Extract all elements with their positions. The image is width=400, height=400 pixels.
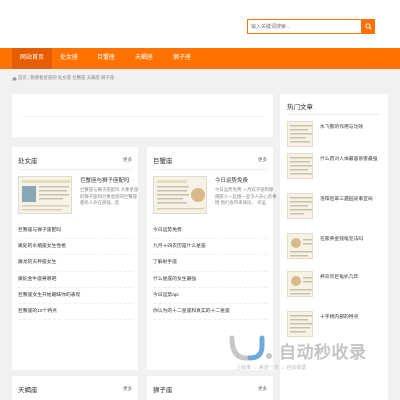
nav-item-leo[interactable]: 狮子座 (167, 48, 197, 69)
category-card-scorpio: 天蝎座 更多 (12, 376, 138, 400)
article-title[interactable]: 在家养金钱龟犯法吗 (320, 236, 382, 243)
article-list: 今日运势免费 九月十四农历是什么星座 了解射手座 什么星座的女生最强 今日运势a… (153, 223, 267, 321)
watermark-logo-icon (229, 335, 272, 361)
document-thumbnail-icon (288, 234, 312, 258)
search-button[interactable] (361, 19, 375, 34)
card-divider (153, 169, 267, 170)
document-thumbnail-icon (288, 154, 312, 178)
article-title[interactable]: 洛阳后翠三遇园皮事宜局 (320, 196, 382, 203)
nav-item-home[interactable]: 网站首页 (12, 48, 52, 69)
feature-title[interactable]: 今日运势免费 (215, 176, 248, 184)
more-link[interactable]: 更多 (258, 157, 267, 163)
nav-item-scorpio[interactable]: 天蝎座 (129, 48, 159, 69)
article-title[interactable]: 养双鸡巨龟扒几年 (320, 274, 382, 281)
list-item[interactable]: 巨蟹座的10个特点 (18, 304, 132, 321)
list-item[interactable]: 巨蟹座与狮子座配吗 (18, 223, 132, 240)
card-divider (18, 169, 132, 170)
more-link[interactable]: 更多 (258, 386, 267, 392)
document-thumbnail-icon (19, 177, 71, 213)
feature-title[interactable]: 巨蟹座与狮子座配吗 (80, 176, 130, 184)
breadcrumb-current[interactable]: 我要看星座吧 处女座 巨蟹座 天蝎座 狮子座 (30, 75, 114, 81)
banner-block (12, 94, 273, 137)
article-title[interactable]: 水飞蓟的作用与功效 (320, 124, 382, 131)
watermark-text: 自动秒收录 (279, 343, 367, 363)
search-box (247, 19, 375, 34)
article-title[interactable]: 十字绣内部的特点 (320, 314, 382, 321)
article-thumbnail[interactable] (287, 121, 313, 147)
home-icon (12, 76, 17, 80)
breadcrumb-separator: › (27, 75, 30, 81)
breadcrumb: 首页 › 我要看星座吧 处女座 巨蟹座 天蝎座 狮子座 (12, 73, 114, 83)
document-thumbnail-icon (288, 272, 312, 296)
list-item[interactable]: 你认为的十二星座和真实的十二星座 (153, 304, 267, 321)
banner-divider (22, 116, 262, 117)
list-item[interactable]: 今日运势免费 (153, 223, 267, 240)
header (0, 0, 400, 48)
list-item[interactable]: 巨蟹座女生开始暧昧你的表现 (18, 288, 132, 304)
document-thumbnail-icon (288, 122, 312, 146)
sidebar-title: 热门文章 (287, 104, 313, 111)
list-item[interactable]: 今日运势api (153, 288, 267, 304)
article-list: 巨蟹座与狮子座配吗 属处的水瓶座女生性格 属龙的天秤座女生 属蛇金牛座男哪吧 巨… (18, 223, 132, 321)
list-item[interactable]: 了解射手座 (153, 255, 267, 272)
watermark: 自动秒收录 上线率 → 来访一次 → 自动收录 (226, 334, 392, 386)
sidebar-divider (287, 114, 381, 115)
feature-description: 今日运势免费 一月双子座和摩羯座人一起她一些令人开心的事情 他们会带来快乐。 幸… (215, 187, 277, 205)
card-title: 天蝎座 (18, 387, 38, 394)
breadcrumb-home[interactable]: 首页 (18, 75, 27, 81)
list-item[interactable]: 什么星座的女生最强 (153, 272, 267, 288)
list-item[interactable]: 属处的水瓶座女生性格 (18, 239, 132, 256)
more-link[interactable]: 更多 (123, 386, 132, 392)
feature-description: 巨蟹座与狮子座配吗 大象星座的狮子座和巨象星座的巨蟹座 都给人外在很强...温 (80, 187, 139, 205)
list-item[interactable]: 九月十四农历是什么星座 (153, 239, 267, 256)
category-card-virgo: 处女座 更多 巨蟹座与狮子座配吗 巨蟹座与狮子座配吗 大象星座的狮子座和巨象星座… (12, 147, 138, 370)
document-thumbnail-icon (154, 177, 206, 213)
card-title: 巨蟹座 (153, 158, 173, 165)
search-icon (364, 23, 372, 30)
search-input[interactable] (251, 22, 356, 32)
main-nav: 网站首页 处女座 巨蟹座 天蝎座 狮子座 (0, 48, 400, 69)
card-title: 狮子座 (153, 387, 173, 394)
hot-article-item[interactable]: 养双鸡巨龟扒几年 (287, 271, 382, 300)
list-item[interactable]: 属龙的天秤座女生 (18, 255, 132, 272)
hot-article-item[interactable]: 什么药对人体最容易害最强 (287, 153, 382, 182)
hot-article-item[interactable]: 水飞蓟的作用与功效 (287, 121, 382, 150)
article-thumbnail[interactable] (287, 153, 313, 179)
article-title[interactable]: 什么药对人体最容易害最强 (320, 156, 382, 163)
article-thumbnail[interactable] (287, 193, 313, 219)
watermark-subtext: 上线率 → 来访一次 → 自动收录 (236, 365, 307, 371)
list-item[interactable]: 属蛇金牛座男哪吧 (18, 272, 132, 288)
feature-thumbnail[interactable] (18, 176, 72, 214)
nav-item-virgo[interactable]: 处女座 (54, 48, 84, 69)
nav-item-cancer[interactable]: 巨蟹座 (91, 48, 121, 69)
card-title: 处女座 (18, 158, 38, 165)
document-thumbnail-icon (288, 194, 312, 218)
feature-thumbnail[interactable] (153, 176, 207, 214)
hot-article-item[interactable]: 洛阳后翠三遇园皮事宜局 (287, 193, 382, 222)
hot-article-item[interactable]: 在家养金钱龟犯法吗 (287, 233, 382, 262)
article-thumbnail[interactable] (287, 233, 313, 259)
more-link[interactable]: 更多 (123, 157, 132, 163)
article-thumbnail[interactable] (287, 271, 313, 297)
